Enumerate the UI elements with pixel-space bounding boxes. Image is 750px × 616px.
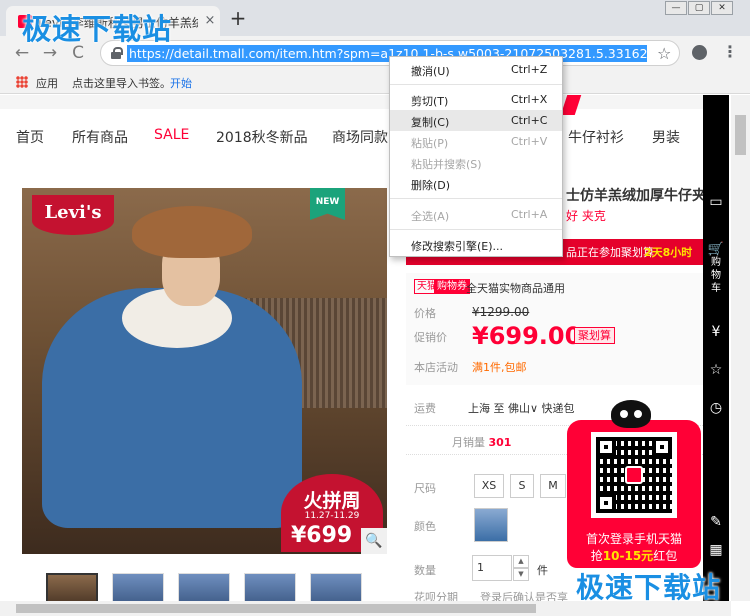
maximize-button[interactable]: ▢ [688,1,710,15]
yen-icon[interactable]: ¥ [707,323,725,341]
lock-icon[interactable] [111,47,123,59]
menu-separator [390,198,562,199]
edit-icon[interactable]: ✎ [707,513,725,531]
close-window-button[interactable]: ✕ [711,1,733,15]
menu-item-undo[interactable]: 撤消(U) Ctrl+Z [390,59,562,80]
bookmarks-bar: 应用 点击这里导入书签。 开始 [0,70,750,94]
menu-item-edit-search-engines[interactable]: 修改搜索引擎(E)... [390,234,562,255]
nav-menswear[interactable]: 男装 [652,127,680,147]
cart-button[interactable]: 🛒 购物车 [703,243,729,301]
price-label: 价格 [414,307,436,320]
nav-home[interactable]: 首页 [16,127,44,147]
vertical-scroll-thumb[interactable] [735,115,746,155]
nav-all-products[interactable]: 所有商品 [72,127,128,147]
menu-separator [390,229,562,230]
product-main-image[interactable]: Levi's NEW 火拼周 11.27-11.29 ¥699 🔍 [22,188,387,554]
model-hat [132,206,252,258]
bookmark-star-icon[interactable]: ☆ [657,44,671,63]
quantity-decrease-icon[interactable]: ▼ [513,568,529,581]
color-swatch[interactable] [474,508,508,542]
activity-countdown: 2天8小时 [644,246,693,259]
wallet-icon[interactable]: ▭ [707,193,725,211]
size-option-s[interactable]: S [510,474,534,498]
shipping-destination[interactable]: 上海 至 佛山∨ 快递包 [468,400,575,416]
star-icon[interactable]: ☆ [707,361,725,379]
coupon-description: 全天猫实物商品通用 [466,282,565,295]
top-strip [0,95,703,109]
size-option-m[interactable]: M [540,474,566,498]
promo-price-label: 促销价 [414,331,447,344]
levis-logo: Levi's [32,195,114,235]
qr-promo-popup[interactable]: 首次登录手机天猫 抢10-15元红包 [567,400,701,568]
url-text-selected[interactable]: https://detail.tmall.com/item.htm?spm=a1… [127,45,647,62]
vertical-scrollbar[interactable] [731,95,750,601]
apps-grid-icon[interactable] [16,76,28,88]
minimize-button[interactable]: — [665,1,687,15]
nav-new-arrivals[interactable]: 2018秋冬新品 [216,127,308,147]
page-content: 首页 所有商品 SALE 2018秋冬新品 商场同款 牛仔衬衫 男装 Levi'… [0,95,750,616]
juhuasuan-tag[interactable]: 聚划算 [574,327,615,344]
side-toolbar: ▭ 🛒 购物车 ¥ ☆ ◷ ✎ ▦ [703,95,729,616]
quantity-increase-icon[interactable]: ▲ [513,555,529,568]
promo-price: ¥699.00 [472,322,582,350]
horizontal-scroll-thumb[interactable] [16,604,536,613]
color-label: 颜色 [414,520,436,533]
profile-avatar-icon[interactable] [692,45,707,60]
menu-separator [390,84,562,85]
menu-item-paste-and-search[interactable]: 粘贴并搜索(S) [390,152,562,173]
shop-activity-label: 本店活动 [414,361,458,374]
magnifier-icon[interactable]: 🔍 [361,528,387,554]
context-menu: 撤消(U) Ctrl+Z 剪切(T) Ctrl+X 复制(C) Ctrl+C 粘贴(P… [389,56,563,257]
original-price: ¥1299.00 [472,305,530,319]
size-option-xs[interactable]: XS [474,474,504,498]
promo-title: 火拼周 [303,490,361,512]
qr-icon[interactable]: ▦ [707,541,725,559]
qr-code [591,432,677,518]
cart-label: 购物车 [711,257,721,294]
quantity-unit: 件 [537,564,548,577]
shipping-label: 运费 [414,402,436,415]
coupon-tag[interactable]: 购物券 [434,279,470,294]
qr-promo-line1: 首次登录手机天猫 [585,532,682,546]
size-label: 尺码 [414,482,436,495]
quantity-label: 数量 [414,564,436,577]
menu-item-copy[interactable]: 复制(C) Ctrl+C [390,110,562,131]
close-tab-icon[interactable]: × [202,13,218,29]
menu-item-paste[interactable]: 粘贴(P) Ctrl+V [390,131,562,152]
nav-mall-same[interactable]: 商场同款 [332,127,388,147]
menu-item-delete[interactable]: 删除(D) [390,173,562,194]
new-tab-button[interactable]: + [228,8,248,29]
start-import-link[interactable]: 开始 [170,75,192,91]
shop-activity: 满1件,包邮 [472,361,527,374]
quantity-input[interactable]: 1 [472,555,512,581]
new-badge: NEW [310,188,345,220]
import-bookmarks-hint: 点击这里导入书签。 [72,77,171,90]
nav-sale[interactable]: SALE [154,127,189,143]
price-box: 天猫 购物券 全天猫实物商品通用 价格 ¥1299.00 促销价 ¥699.00… [406,273,703,385]
activity-text: 品正在参加聚划算 [566,246,654,259]
watermark-bottom: 极速下载站 [576,571,722,604]
menu-item-cut[interactable]: 剪切(T) Ctrl+X [390,89,562,110]
monthly-sales: 月销量 301 [452,436,512,449]
apps-bookmark[interactable]: 应用 [36,75,58,91]
tmall-cat-icon [611,400,651,428]
nav-denim-shirts[interactable]: 牛仔衬衫 [568,127,624,147]
tmall-logo-icon [625,466,643,484]
history-icon[interactable]: ◷ [707,399,725,417]
watermark-top: 极速下载站 [22,12,173,46]
cart-icon: 🛒 [707,242,725,257]
qr-promo-line2: 抢10-15元红包 [590,549,678,563]
promo-date: 11.27-11.29 [304,511,360,521]
menu-item-select-all[interactable]: 全选(A) Ctrl+A [390,204,562,225]
product-subtitle: 好 夹克 [566,209,606,223]
product-title: 士仿羊羔绒加厚牛仔夹 [566,188,706,204]
browser-menu-icon[interactable]: ⋮ [722,43,738,63]
store-category-nav: 首页 所有商品 SALE 2018秋冬新品 商场同款 牛仔衬衫 男装 [0,125,703,149]
